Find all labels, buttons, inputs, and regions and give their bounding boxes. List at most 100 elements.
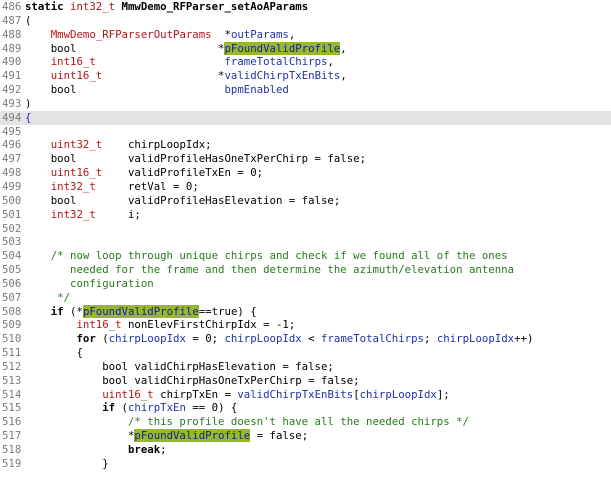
code-token: * xyxy=(25,429,135,443)
code-token: break xyxy=(127,443,161,456)
code-token: chirpTxEn = xyxy=(153,387,238,401)
code-token: uint16_t xyxy=(102,387,154,401)
line-number: 508 xyxy=(2,304,22,318)
code-token: bool xyxy=(25,83,225,97)
code-line[interactable]: 490 int16_t frameTotalChirps, xyxy=(0,55,611,69)
line-number: 486 xyxy=(2,0,22,13)
code-line[interactable]: 513 bool validChirpHasOneTxPerChirp = fa… xyxy=(0,374,611,388)
code-token: * xyxy=(211,27,231,41)
code-line[interactable]: 511 { xyxy=(0,346,611,360)
line-number: 507 xyxy=(2,290,22,304)
code-line[interactable]: 492 bool bpmEnabled xyxy=(0,83,611,97)
code-token: bool validProfileHasElevation = false; xyxy=(25,193,341,207)
code-line[interactable]: 497 bool validProfileHasOneTxPerChirp = … xyxy=(0,152,611,166)
code-token: */ xyxy=(25,290,71,304)
code-line[interactable]: 510 for (chirpLoopIdx = 0; chirpLoopIdx … xyxy=(0,332,611,346)
line-number: 513 xyxy=(2,373,22,387)
code-token: ( xyxy=(95,332,109,346)
code-token: uint16_t xyxy=(50,69,103,83)
code-line[interactable]: 503 xyxy=(0,235,611,249)
code-line[interactable]: 504 /* now loop through unique chirps an… xyxy=(0,249,611,263)
code-text: *pFoundValidProfile = false; xyxy=(25,429,308,443)
code-line[interactable]: 502 xyxy=(0,222,611,236)
code-editor[interactable]: 486 static int32_t MmwDemo_RFParser_setAo… xyxy=(0,0,611,480)
code-line[interactable]: 487( xyxy=(0,14,611,28)
code-token: chirpLoopIdx xyxy=(224,332,302,346)
code-line[interactable]: 488 MmwDemo_RFParserOutParams *outParams… xyxy=(0,28,611,42)
code-token: needed for the frame and then determine … xyxy=(25,263,515,277)
code-line[interactable]: 495 xyxy=(0,125,611,139)
code-line[interactable]: 506 configuration xyxy=(0,277,611,291)
line-number: 494 xyxy=(2,110,22,124)
code-line[interactable]: 489 bool *pFoundValidProfile, xyxy=(0,41,611,56)
code-token: , xyxy=(288,27,296,41)
code-token: validChirpTxEnBits xyxy=(224,69,341,83)
code-line[interactable]: 518 break; xyxy=(0,443,611,457)
line-number: 498 xyxy=(2,166,22,180)
code-text: int16_t frameTotalChirps, xyxy=(25,55,334,68)
code-text: bool *pFoundValidProfile, xyxy=(25,41,347,55)
code-token: MmwDemo_RFParserOutParams xyxy=(50,27,212,41)
code-line[interactable]: 499 int32_t retVal = 0; xyxy=(0,180,611,194)
line-number: 504 xyxy=(2,249,22,263)
code-text: uint32_t chirpLoopIdx; xyxy=(25,138,212,151)
code-line[interactable]: 505 needed for the frame and then determ… xyxy=(0,263,611,277)
current-code-line[interactable]: 494{ xyxy=(0,110,611,125)
code-text: if (chirpTxEn == 0) { xyxy=(25,401,237,414)
code-line[interactable]: 496 uint32_t chirpLoopIdx; xyxy=(0,138,611,152)
code-line[interactable]: 498 uint16_t validProfileTxEn = 0; xyxy=(0,166,611,180)
line-number: 488 xyxy=(2,27,22,41)
code-text: break; xyxy=(25,443,167,456)
code-token: chirpTxEn xyxy=(127,401,186,415)
code-text: bool validChirpHasElevation = false; xyxy=(25,360,334,373)
code-text: int32_t i; xyxy=(25,208,141,221)
code-line[interactable]: 508 if (*pFoundValidProfile==true) { xyxy=(0,304,611,319)
code-token: == 0) { xyxy=(185,401,238,415)
code-token: chirpLoopIdx xyxy=(359,387,437,401)
code-line[interactable]: 491 uint16_t *validChirpTxEnBits, xyxy=(0,69,611,83)
code-token: frameTotalChirps xyxy=(321,332,424,346)
line-number: 515 xyxy=(2,401,22,415)
code-token: ++) xyxy=(514,332,534,346)
code-line[interactable]: 514 uint16_t chirpTxEn = validChirpTxEnB… xyxy=(0,388,611,402)
code-text: ( xyxy=(25,14,31,27)
code-text: bool validProfileHasOneTxPerChirp = fals… xyxy=(25,152,366,165)
code-line[interactable]: 509 int16_t nonElevFirstChirpIdx = -1; xyxy=(0,318,611,332)
code-line[interactable]: 515 if (chirpTxEn == 0) { xyxy=(0,401,611,415)
code-line[interactable]: 519 } xyxy=(0,457,611,471)
code-token: if xyxy=(102,401,116,415)
code-text: bool validChirpHasOneTxPerChirp = false; xyxy=(25,374,359,387)
line-number: 493 xyxy=(2,96,22,110)
code-token: bpmEnabled xyxy=(224,83,289,97)
code-token: static xyxy=(25,0,71,13)
line-number: 519 xyxy=(2,456,22,470)
line-number: 500 xyxy=(2,193,22,207)
line-number: 505 xyxy=(2,263,22,277)
code-token: , xyxy=(340,41,347,55)
code-line[interactable]: 516 /* this profile doesn't have all the… xyxy=(0,415,611,429)
code-text: static int32_t MmwDemo_RFParser_setAoAPa… xyxy=(25,0,308,13)
code-token: /* this profile doesn't have all the nee… xyxy=(127,415,469,429)
code-line[interactable]: 517 *pFoundValidProfile = false; xyxy=(0,429,611,443)
code-line[interactable]: 493) xyxy=(0,97,611,111)
code-token: chirpLoopIdx; xyxy=(102,138,212,152)
code-token: validChirpTxEnBits xyxy=(237,387,354,401)
code-line[interactable]: 500 bool validProfileHasElevation = fals… xyxy=(0,194,611,208)
code-token: (* xyxy=(63,304,83,318)
code-token: * xyxy=(102,69,225,83)
code-line[interactable]: 512 bool validChirpHasElevation = false; xyxy=(0,360,611,374)
code-line[interactable]: 486 static int32_t MmwDemo_RFParser_setAo… xyxy=(0,0,611,14)
code-line[interactable]: 501 int32_t i; xyxy=(0,208,611,222)
search-highlight: pFoundValidProfile xyxy=(224,41,341,55)
code-line[interactable]: 507 */ xyxy=(0,291,611,305)
line-number: 514 xyxy=(2,387,22,401)
code-token: ; xyxy=(160,443,167,456)
